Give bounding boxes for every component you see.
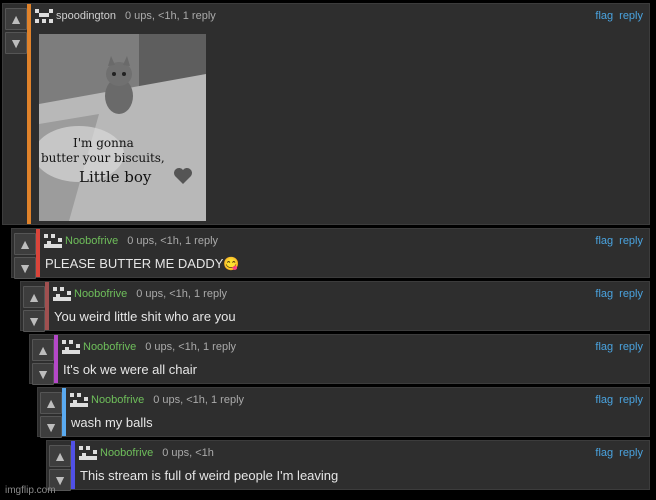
vote-controls: ▲ ▼: [21, 282, 47, 332]
comment-actions: flag reply: [589, 394, 643, 406]
comment-text: PLEASE BUTTER ME DADDY😋: [45, 256, 240, 271]
comment-2: ▲ ▼ Noobofrive 0 ups, <1h, 1 reply flag r…: [11, 228, 650, 279]
comment-6: ▲ ▼ Noobofrive 0 ups, <1h flag reply This…: [46, 440, 650, 491]
flag-link[interactable]: flag: [595, 235, 613, 247]
reply-link[interactable]: reply: [619, 341, 643, 353]
comment-actions: flag reply: [589, 10, 643, 22]
username-link[interactable]: Noobofrive: [91, 394, 144, 406]
comment-actions: flag reply: [589, 288, 643, 300]
reply-link[interactable]: reply: [619, 288, 643, 300]
comment-meta: 0 ups, <1h, 1 reply: [136, 288, 228, 300]
grey-heart-icon: [174, 168, 192, 184]
reply-link[interactable]: reply: [619, 394, 643, 406]
flag-link[interactable]: flag: [595, 341, 613, 353]
reply-link[interactable]: reply: [619, 10, 643, 22]
thread-bar: [45, 282, 49, 330]
downvote-button[interactable]: ▼: [32, 363, 54, 385]
vote-controls: ▲ ▼: [3, 4, 29, 54]
flag-link[interactable]: flag: [595, 394, 613, 406]
upvote-button[interactable]: ▲: [5, 8, 27, 30]
pixel-avatar-icon[interactable]: [44, 234, 62, 248]
comment-meta: 0 ups, <1h, 1 reply: [124, 10, 216, 22]
comment-header: spoodington 0 ups, <1h, 1 reply: [35, 9, 216, 23]
comment-actions: flag reply: [589, 235, 643, 247]
username-link[interactable]: spoodington: [56, 10, 116, 22]
downvote-button[interactable]: ▼: [40, 416, 62, 438]
comment-1: ▲ ▼ spoodington 0 ups, <1h, 1 reply flag…: [2, 3, 650, 225]
comment-3: ▲ ▼ Noobofrive 0 ups, <1h, 1 reply flag r…: [20, 281, 650, 332]
flag-link[interactable]: flag: [595, 288, 613, 300]
upvote-button[interactable]: ▲: [14, 233, 36, 255]
pixel-avatar-icon[interactable]: [35, 9, 53, 23]
comment-text: It's ok we were all chair: [63, 362, 197, 377]
username-link[interactable]: Noobofrive: [74, 288, 127, 300]
username-link[interactable]: Noobofrive: [65, 235, 118, 247]
downvote-button[interactable]: ▼: [23, 310, 45, 332]
comment-5: ▲ ▼ Noobofrive 0 ups, <1h, 1 reply flag r…: [37, 387, 650, 438]
comment-header: Noobofrive 0 ups, <1h, 1 reply: [44, 234, 218, 248]
reply-link[interactable]: reply: [619, 235, 643, 247]
comment-text: This stream is full of weird people I'm …: [80, 468, 339, 483]
pixel-avatar-icon[interactable]: [62, 340, 80, 354]
flag-link[interactable]: flag: [595, 447, 613, 459]
pixel-avatar-icon[interactable]: [70, 393, 88, 407]
caption-line-3: Little boy: [79, 168, 152, 186]
comment-meta: 0 ups, <1h: [162, 447, 214, 459]
thread-bar: [27, 4, 31, 224]
upvote-button[interactable]: ▲: [49, 445, 71, 467]
thread-bar: [71, 441, 75, 489]
comment-actions: flag reply: [589, 341, 643, 353]
comment-4: ▲ ▼ Noobofrive 0 ups, <1h, 1 reply flag r…: [29, 334, 650, 385]
comment-text: You weird little shit who are you: [54, 309, 236, 324]
comment-meta: 0 ups, <1h, 1 reply: [127, 235, 219, 247]
username-link[interactable]: Noobofrive: [83, 341, 136, 353]
imgflip-watermark: imgflip.com: [5, 485, 56, 496]
comment-header: Noobofrive 0 ups, <1h, 1 reply: [70, 393, 244, 407]
upvote-button[interactable]: ▲: [23, 286, 45, 308]
comment-header: Noobofrive 0 ups, <1h, 1 reply: [62, 340, 236, 354]
pixel-avatar-icon[interactable]: [79, 446, 97, 460]
comment-header: Noobofrive 0 ups, <1h, 1 reply: [53, 287, 227, 301]
vote-controls: ▲ ▼: [30, 335, 56, 385]
flag-link[interactable]: flag: [595, 10, 613, 22]
pixel-avatar-icon[interactable]: [53, 287, 71, 301]
comment-text: wash my balls: [71, 415, 153, 430]
caption-line-1: I'm gonna: [73, 136, 134, 150]
comment-meta: 0 ups, <1h, 1 reply: [145, 341, 237, 353]
comment-header: Noobofrive 0 ups, <1h: [79, 446, 214, 460]
upvote-button[interactable]: ▲: [40, 392, 62, 414]
caption-line-2: butter your biscuits,: [41, 151, 165, 165]
vote-controls: ▲ ▼: [12, 229, 38, 279]
upvote-button[interactable]: ▲: [32, 339, 54, 361]
downvote-button[interactable]: ▼: [5, 32, 27, 54]
thread-bar: [54, 335, 58, 383]
downvote-button[interactable]: ▼: [14, 257, 36, 279]
meme-image[interactable]: I'm gonna butter your biscuits, Little b…: [39, 34, 206, 221]
thread-bar: [36, 229, 40, 277]
comment-actions: flag reply: [589, 447, 643, 459]
reply-link[interactable]: reply: [619, 447, 643, 459]
vote-controls: ▲ ▼: [38, 388, 64, 438]
comment-meta: 0 ups, <1h, 1 reply: [153, 394, 245, 406]
username-link[interactable]: Noobofrive: [100, 447, 153, 459]
thread-bar: [62, 388, 66, 436]
vote-controls: ▲ ▼: [47, 441, 73, 491]
cat-photo: [39, 34, 206, 221]
